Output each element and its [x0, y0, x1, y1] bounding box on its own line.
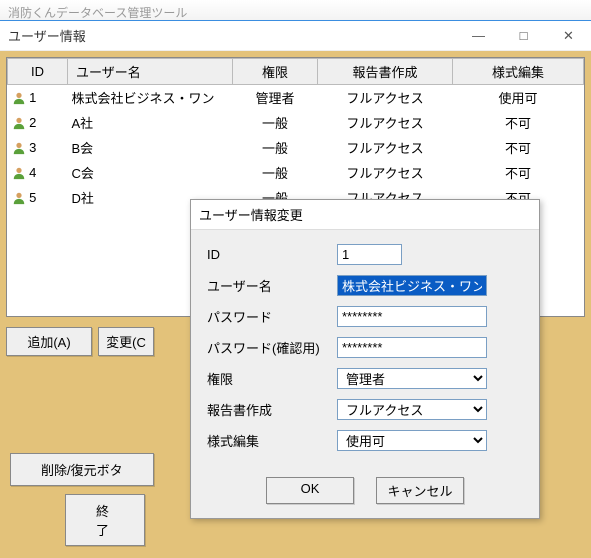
user-icon	[12, 90, 26, 105]
col-form[interactable]: 様式編集	[453, 59, 584, 85]
row-report: 報告書作成 フルアクセス	[207, 399, 523, 420]
label-name: ユーザー名	[207, 276, 337, 295]
cell-perm: 一般	[233, 110, 318, 135]
dialog-title: ユーザー情報変更	[191, 200, 539, 230]
row-pw: パスワード	[207, 306, 523, 327]
password-confirm-field[interactable]	[337, 337, 487, 358]
cell-report: フルアクセス	[318, 160, 453, 185]
col-id[interactable]: ID	[8, 59, 68, 85]
main-titlebar: ユーザー情報 — □ ✕	[0, 21, 591, 51]
col-perm[interactable]: 権限	[233, 59, 318, 85]
cell-name: C会	[68, 160, 233, 185]
row-pw2: パスワード(確認用)	[207, 337, 523, 358]
edit-user-dialog: ユーザー情報変更 ID ユーザー名 パスワード パスワード(確認用) 権限 管理…	[190, 199, 540, 519]
user-icon	[12, 140, 26, 155]
cancel-button[interactable]: キャンセル	[376, 477, 464, 504]
user-table: ID ユーザー名 権限 報告書作成 様式編集 1株式会社ビジネス・ワン管理者フル…	[7, 58, 584, 210]
formedit-select[interactable]: 使用可	[337, 430, 487, 451]
maximize-button[interactable]: □	[501, 21, 546, 51]
close-button[interactable]: ✕	[546, 21, 591, 51]
dialog-body: ID ユーザー名 パスワード パスワード(確認用) 権限 管理者 報告書作成 フ…	[191, 230, 539, 469]
user-icon	[12, 165, 26, 180]
close-icon: ✕	[563, 28, 574, 44]
label-pw: パスワード	[207, 307, 337, 326]
label-formedit: 様式編集	[207, 431, 337, 450]
maximize-icon: □	[520, 28, 528, 43]
report-select[interactable]: フルアクセス	[337, 399, 487, 420]
cell-name: A社	[68, 110, 233, 135]
label-id: ID	[207, 247, 337, 262]
col-name[interactable]: ユーザー名	[68, 59, 233, 85]
user-icon	[12, 190, 26, 205]
table-row[interactable]: 1株式会社ビジネス・ワン管理者フルアクセス使用可	[8, 85, 584, 111]
row-id: ID	[207, 244, 523, 265]
permission-select[interactable]: 管理者	[337, 368, 487, 389]
cell-form: 不可	[453, 160, 584, 185]
add-button[interactable]: 追加(A)	[6, 327, 92, 356]
row-perm: 権限 管理者	[207, 368, 523, 389]
password-field[interactable]	[337, 306, 487, 327]
label-perm: 権限	[207, 369, 337, 388]
label-pw2: パスワード(確認用)	[207, 338, 337, 357]
cell-report: フルアクセス	[318, 110, 453, 135]
table-row[interactable]: 3B会一般フルアクセス不可	[8, 135, 584, 160]
cell-perm: 一般	[233, 160, 318, 185]
minimize-button[interactable]: —	[456, 21, 501, 51]
row-name: ユーザー名	[207, 275, 523, 296]
cell-name: B会	[68, 135, 233, 160]
cell-form: 使用可	[453, 85, 584, 111]
cell-form: 不可	[453, 110, 584, 135]
cell-report: フルアクセス	[318, 85, 453, 111]
cell-form: 不可	[453, 135, 584, 160]
cell-id: 1	[8, 85, 68, 111]
cell-perm: 管理者	[233, 85, 318, 111]
username-field[interactable]	[337, 275, 487, 296]
cell-id: 2	[8, 110, 68, 135]
col-report[interactable]: 報告書作成	[318, 59, 453, 85]
cell-id: 3	[8, 135, 68, 160]
cell-id: 4	[8, 160, 68, 185]
main-window-title: ユーザー情報	[0, 26, 456, 45]
table-row[interactable]: 2A社一般フルアクセス不可	[8, 110, 584, 135]
cell-report: フルアクセス	[318, 135, 453, 160]
label-report: 報告書作成	[207, 400, 337, 419]
end-button[interactable]: 終了	[65, 494, 145, 546]
dialog-button-row: OK キャンセル	[191, 469, 539, 518]
cell-id: 5	[8, 185, 68, 210]
minimize-icon: —	[472, 28, 485, 43]
row-formedit: 様式編集 使用可	[207, 430, 523, 451]
cell-perm: 一般	[233, 135, 318, 160]
table-row[interactable]: 4C会一般フルアクセス不可	[8, 160, 584, 185]
cell-name: 株式会社ビジネス・ワン	[68, 85, 233, 111]
delete-restore-button[interactable]: 削除/復元ボタ	[10, 453, 154, 486]
table-header-row: ID ユーザー名 権限 報告書作成 様式編集	[8, 59, 584, 85]
user-icon	[12, 115, 26, 130]
id-field[interactable]	[337, 244, 402, 265]
ok-button[interactable]: OK	[266, 477, 354, 504]
bottom-button-area: 削除/復元ボタ 終了	[10, 453, 154, 546]
change-button[interactable]: 変更(C	[98, 327, 154, 356]
